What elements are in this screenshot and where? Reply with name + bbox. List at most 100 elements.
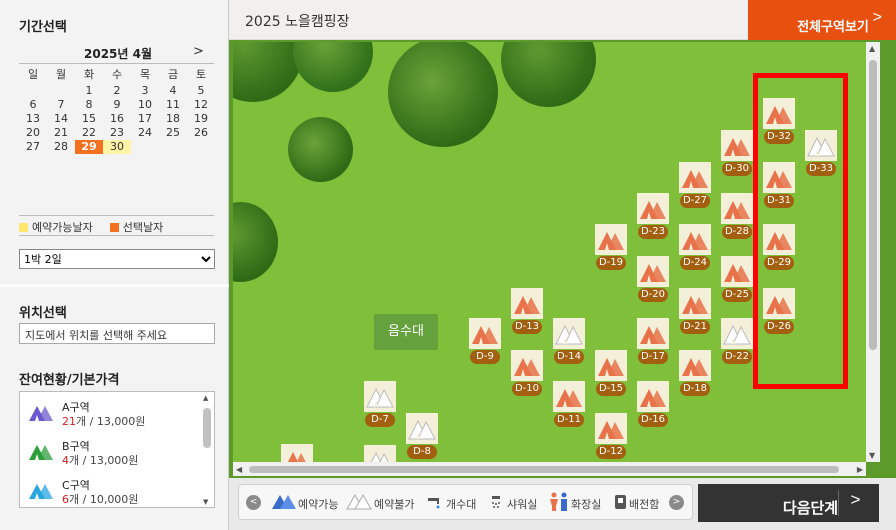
calendar-day[interactable]: 25 xyxy=(159,126,187,140)
calendar-day[interactable]: 18 xyxy=(159,112,187,126)
stay-length-select[interactable]: 1박 2일 xyxy=(19,249,215,269)
camp-site[interactable]: D-30 xyxy=(721,130,753,176)
tent-icon xyxy=(637,256,669,287)
calendar-day[interactable]: 7 xyxy=(47,98,75,112)
camp-site[interactable]: D-23 xyxy=(637,193,669,239)
map-horizontal-scroll-thumb[interactable] xyxy=(249,466,839,473)
camp-site[interactable]: D-14 xyxy=(553,318,585,364)
calendar-day[interactable]: 9 xyxy=(103,98,131,112)
calendar-day[interactable]: 22 xyxy=(75,126,103,140)
site-label: D-7 xyxy=(365,413,395,427)
site-label: D-24 xyxy=(680,256,710,270)
calendar-day[interactable]: 3 xyxy=(131,84,159,98)
calendar-day[interactable]: 29 xyxy=(75,140,103,154)
zone-list-scroll-thumb[interactable] xyxy=(203,408,211,448)
camp-site[interactable]: D-21 xyxy=(679,288,711,334)
camp-map[interactable]: 음수대 D-4 D-5 D-7 D-8 D-9 D-10 D-11 D-12 D-13 D-14 D… xyxy=(233,42,866,462)
tent-icon xyxy=(721,256,753,287)
calendar-day[interactable]: 27 xyxy=(19,140,47,154)
calendar-empty-cell xyxy=(131,140,159,154)
calendar-day[interactable]: 28 xyxy=(47,140,75,154)
camp-site[interactable]: D-16 xyxy=(637,381,669,427)
calendar-day[interactable]: 8 xyxy=(75,98,103,112)
calendar-day[interactable]: 11 xyxy=(159,98,187,112)
tent-icon xyxy=(679,162,711,193)
restroom-icon xyxy=(550,492,567,511)
legend-prev-button[interactable]: < xyxy=(246,495,261,510)
camp-site[interactable]: D-20 xyxy=(637,256,669,302)
tree xyxy=(288,117,353,182)
calendar-empty-cell xyxy=(47,84,75,98)
camp-site[interactable]: D-19 xyxy=(595,224,627,270)
calendar-day[interactable]: 4 xyxy=(159,84,187,98)
calendar-day[interactable]: 26 xyxy=(187,126,215,140)
calendar-day[interactable]: 30 xyxy=(103,140,131,154)
available-date-swatch xyxy=(19,223,28,232)
calendar-next-month-button[interactable]: > xyxy=(193,44,204,59)
scroll-down-icon[interactable]: ▼ xyxy=(203,498,208,506)
calendar-day[interactable]: 13 xyxy=(19,112,47,126)
calendar-day[interactable]: 1 xyxy=(75,84,103,98)
calendar-day[interactable]: 20 xyxy=(19,126,47,140)
tent-icon xyxy=(595,224,627,255)
tent-icon xyxy=(637,381,669,412)
calendar-day[interactable]: 19 xyxy=(187,112,215,126)
calendar-day[interactable]: 6 xyxy=(19,98,47,112)
camp-site[interactable]: D-24 xyxy=(679,224,711,270)
camp-site[interactable]: D-15 xyxy=(595,350,627,396)
tent-icon xyxy=(721,130,753,161)
date-legend: 예약가능날자 선택날자 xyxy=(19,215,214,236)
zone-count: 4 xyxy=(62,454,69,467)
calendar-day[interactable]: 5 xyxy=(187,84,215,98)
camp-site[interactable]: D-25 xyxy=(721,256,753,302)
calendar-day[interactable]: 12 xyxy=(187,98,215,112)
scroll-right-icon[interactable]: ▶ xyxy=(857,465,863,474)
camp-site[interactable]: D-11 xyxy=(553,381,585,427)
calendar-day[interactable]: 2 xyxy=(103,84,131,98)
calendar-day[interactable]: 17 xyxy=(131,112,159,126)
camp-site[interactable]: D-13 xyxy=(511,288,543,334)
camp-site[interactable]: D-8 xyxy=(406,413,438,459)
calendar-day[interactable]: 14 xyxy=(47,112,75,126)
scroll-up-icon[interactable]: ▲ xyxy=(869,44,875,53)
legend-next-button[interactable]: > xyxy=(669,495,684,510)
site-label: D-22 xyxy=(722,350,752,364)
calendar-day[interactable]: 15 xyxy=(75,112,103,126)
sidebar: 기간선택 2025년 4월 > 일월화수목금토 1 2 3 4 5 6 7 8 9 10 11 12 1… xyxy=(0,0,229,530)
site-label: D-9 xyxy=(470,350,500,364)
calendar-empty-cell xyxy=(19,84,47,98)
scroll-up-icon[interactable]: ▲ xyxy=(203,394,208,402)
view-all-zones-button[interactable]: 전체구역보기 > xyxy=(748,0,896,40)
camp-site[interactable]: D-18 xyxy=(679,350,711,396)
location-field[interactable]: 지도에서 위치를 선택해 주세요 xyxy=(19,323,215,344)
next-step-button[interactable]: 다음단계 > xyxy=(698,484,879,522)
unavailable-tent-icon xyxy=(346,494,372,510)
camp-site[interactable]: D-22 xyxy=(721,318,753,364)
tent-icon xyxy=(281,444,313,462)
camp-site[interactable]: D-7 xyxy=(364,381,396,427)
camp-site[interactable]: D-10 xyxy=(511,350,543,396)
scroll-down-icon[interactable]: ▼ xyxy=(869,451,875,460)
camp-site[interactable]: D-9 xyxy=(469,318,501,364)
zone-name: C구역 xyxy=(62,479,90,492)
camp-site[interactable]: D-12 xyxy=(595,413,627,459)
camp-site[interactable]: D-17 xyxy=(637,318,669,364)
camp-site[interactable]: D-4 xyxy=(281,444,313,462)
camp-site[interactable]: D-27 xyxy=(679,162,711,208)
scroll-left-icon[interactable]: ◀ xyxy=(236,465,242,474)
zone-list[interactable]: A구역 21개 / 13,000원 B구역 4개 / 13,000원 C구역 6개 / 1… xyxy=(19,391,215,508)
view-all-zones-label: 전체구역보기 xyxy=(797,19,869,34)
tent-icon xyxy=(29,484,53,499)
calendar-day[interactable]: 10 xyxy=(131,98,159,112)
zone-name: A구역 xyxy=(62,401,90,414)
map-vertical-scroll-thumb[interactable] xyxy=(869,60,877,350)
calendar-day[interactable]: 23 xyxy=(103,126,131,140)
calendar-day[interactable]: 24 xyxy=(131,126,159,140)
calendar-day[interactable]: 16 xyxy=(103,112,131,126)
camp-site[interactable]: D-5 xyxy=(364,445,396,462)
weekday-header: 토 xyxy=(195,68,207,81)
calendar-day[interactable]: 21 xyxy=(47,126,75,140)
camp-site[interactable]: D-28 xyxy=(721,193,753,239)
tree xyxy=(293,42,373,92)
tree xyxy=(501,42,596,107)
